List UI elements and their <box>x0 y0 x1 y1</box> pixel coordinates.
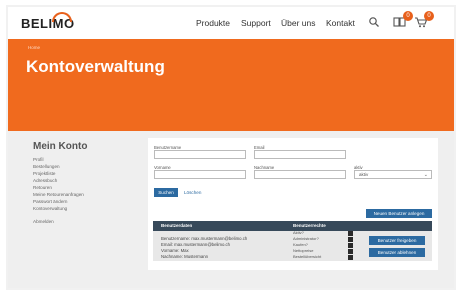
checkbox-bestelluebersicht[interactable] <box>348 255 353 260</box>
logo-arc-icon <box>52 12 72 22</box>
row-lastname: Nachname: Mustermann <box>161 254 209 259</box>
sidebar-item-profil[interactable]: Profil <box>33 157 43 162</box>
checkbox-kaufen[interactable] <box>348 243 353 248</box>
checkbox-nettopreise[interactable] <box>348 249 353 254</box>
sidebar-item-abmelden[interactable]: Abmelden <box>33 219 54 224</box>
sidebar-item-bestellungen[interactable]: Bestellungen <box>33 164 60 169</box>
row-firstname: Vorname: Max <box>161 248 189 253</box>
right-aktiv: Aktiv? <box>293 230 304 235</box>
checkbox-administrator[interactable] <box>348 237 353 242</box>
sidebar-item-retouren[interactable]: Retouren <box>33 185 52 190</box>
search-button[interactable]: Suchen <box>154 188 178 197</box>
hero-banner: Home Kontoverwaltung <box>8 39 454 131</box>
sidebar-title: Mein Konto <box>33 141 88 152</box>
col-userdata: Benutzerdaten <box>161 223 193 228</box>
breadcrumb-home[interactable]: Home <box>28 45 40 50</box>
nav-support[interactable]: Support <box>241 18 271 28</box>
page-title: Kontoverwaltung <box>26 57 165 76</box>
active-select[interactable]: aktiv ⌄ <box>354 170 432 179</box>
sidebar-item-kontoverwaltung[interactable]: Kontoverwaltung <box>33 206 67 211</box>
sidebar-item-passwort[interactable]: Passwort ändern <box>33 199 67 204</box>
col-rights: Benutzerrechte <box>293 223 326 228</box>
search-icon[interactable] <box>368 15 382 29</box>
email-input[interactable] <box>254 150 346 159</box>
row-username: Benutzername: max.mustermann@belimo.ch <box>161 236 248 241</box>
nav-kontakt[interactable]: Kontakt <box>326 18 355 28</box>
table-row: Benutzername: max.mustermann@belimo.ch E… <box>153 230 432 261</box>
chevron-down-icon: ⌄ <box>423 172 428 178</box>
cart-count-badge: 0 <box>424 11 434 21</box>
approve-user-button[interactable]: Benutzer freigeben <box>369 236 425 245</box>
right-bestelluebersicht: Bestellübersicht <box>293 254 322 259</box>
sidebar-item-retourenanfragen[interactable]: Meine Retourenanfragen <box>33 192 84 197</box>
cart-icon[interactable]: 0 <box>414 11 434 29</box>
nav-produkte[interactable]: Produkte <box>196 18 230 28</box>
right-administrator: Administrator? <box>293 236 319 241</box>
checkbox-aktiv[interactable] <box>348 231 353 236</box>
new-user-button[interactable]: Neuen Benutzer anlegen <box>366 209 432 218</box>
right-nettopreise: Nettopreise <box>293 248 314 253</box>
clear-link[interactable]: Löschen <box>184 190 201 195</box>
row-email: Email: max.mustermann@belimo.ch <box>161 242 231 247</box>
compare-icon[interactable]: 0 <box>393 11 413 29</box>
nav-ueber-uns[interactable]: Über uns <box>281 18 316 28</box>
site-header: BELIMO Produkte Support Über uns Kontakt… <box>8 7 454 39</box>
lastname-input[interactable] <box>254 170 346 179</box>
compare-count-badge: 0 <box>403 11 413 21</box>
right-kaufen: Kaufen? <box>293 242 308 247</box>
reject-user-button[interactable]: Benutzer ablehnen <box>369 248 425 257</box>
active-select-value: aktiv <box>359 172 369 177</box>
username-input[interactable] <box>154 150 246 159</box>
firstname-input[interactable] <box>154 170 246 179</box>
sidebar-item-projektliste[interactable]: Projektliste <box>33 171 55 176</box>
sidebar-item-adressbuch[interactable]: Adressbuch <box>33 178 57 183</box>
page-frame: BELIMO Produkte Support Über uns Kontakt… <box>8 7 454 288</box>
